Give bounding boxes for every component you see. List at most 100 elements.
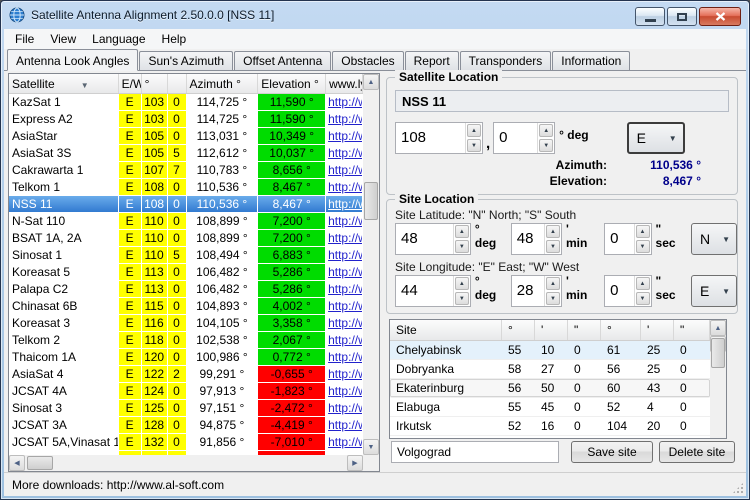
longitude-sec-value[interactable]: 0 [605, 276, 633, 306]
menu-item-view[interactable]: View [42, 30, 84, 48]
tab-information[interactable]: Information [552, 51, 630, 70]
longitude-deg-spinner[interactable]: 44▲ ▼ [395, 275, 471, 307]
latitude-sec-up-button[interactable]: ▲ [636, 225, 650, 238]
delete-site-button[interactable]: Delete site [659, 441, 735, 463]
maximize-button[interactable] [667, 7, 697, 26]
latitude-min-spinner[interactable]: 48▲▼ [511, 223, 562, 255]
satellite-link[interactable]: http://w [328, 180, 363, 194]
table-row[interactable]: NSS 11E1080110,536 °8,467 °http://w [9, 196, 363, 213]
titlebar[interactable]: Satellite Antenna Alignment 2.50.0.0 [NS… [1, 1, 749, 29]
longitude-min-value[interactable]: 28 [512, 276, 544, 306]
satellite-link[interactable]: http://w [328, 146, 363, 160]
tab-obstacles[interactable]: Obstacles [332, 51, 403, 70]
satellite-link[interactable]: http://w [328, 350, 363, 364]
vscroll-thumb[interactable] [711, 338, 725, 368]
satellite-link[interactable]: http://w [328, 333, 363, 347]
table-row[interactable]: JCSAT 4AE124097,913 °-1,823 °http://w [9, 383, 363, 400]
table-row[interactable]: JCSAT 5A,Vinasat 1E132091,856 °-7,010 °h… [9, 434, 363, 451]
table-row[interactable]: JCSAT 3AE128094,875 °-4,419 °http://w [9, 417, 363, 434]
table-row[interactable]: N-Sat 110E1100108,899 °7,200 °http://w [9, 213, 363, 230]
table-row[interactable]: BSAT 1A, 2AE1100108,899 °7,200 °http://w [9, 230, 363, 247]
table-row[interactable]: Palapa C2E1130106,482 °5,286 °http://w [9, 281, 363, 298]
satellite-link[interactable]: http://w [328, 129, 363, 143]
site-column-header[interactable]: ° [502, 320, 535, 340]
menu-item-help[interactable]: Help [154, 30, 195, 48]
latitude-deg-spinner[interactable]: 48▲▼ [395, 223, 471, 255]
column-header-min[interactable] [168, 74, 187, 93]
table-row[interactable]: KazSat 1E1030114,725 °11,590 °http://w [9, 94, 363, 111]
table-row[interactable]: Express A2E1030114,725 °11,590 °http://w [9, 111, 363, 128]
site-row[interactable]: Chelyabinsk5510061250 [390, 341, 710, 360]
column-header-azimuth[interactable]: Azimuth ° [187, 74, 259, 93]
tab-transponders[interactable]: Transponders [460, 51, 552, 70]
scroll-left-button[interactable]: ◀ [9, 455, 25, 471]
column-header-ew[interactable]: E/W [119, 74, 142, 93]
satellite-link[interactable]: http://w [328, 384, 363, 398]
longitude-sec-down-button[interactable]: ▼ [636, 292, 650, 305]
latitude-deg-up-button[interactable]: ▲ [455, 225, 469, 238]
site-row[interactable]: Irkutsk52160104200 [390, 417, 710, 436]
satellite-link[interactable]: http://w [328, 112, 363, 126]
latitude-sec-spinner[interactable]: 0▲ ▼ [604, 223, 651, 255]
satellite-fraction-down-button[interactable]: ▼ [539, 139, 553, 152]
longitude-hemisphere-combo[interactable]: E▼ [691, 275, 737, 307]
satellite-link[interactable]: http://w [328, 418, 363, 432]
tab-report[interactable]: Report [405, 51, 459, 70]
satellite-degrees-value[interactable]: 108 [396, 123, 465, 153]
longitude-deg-down-button[interactable]: ▼ [455, 292, 469, 305]
satellite-table-vscrollbar[interactable]: ▲ ▼ [363, 74, 379, 455]
satellite-table-hscrollbar[interactable]: ◀ ▶ [9, 455, 363, 471]
satellite-link[interactable]: http://w [328, 367, 363, 381]
menu-item-file[interactable]: File [7, 30, 42, 48]
site-row[interactable]: Ekaterinburg5650060430 [390, 379, 710, 398]
satellite-link[interactable]: http://w [328, 95, 363, 109]
close-button[interactable] [699, 7, 741, 26]
scroll-right-button[interactable]: ▶ [347, 455, 363, 471]
table-row[interactable]: Telkom 1E1080110,536 °8,467 °http://w [9, 179, 363, 196]
scroll-up-button[interactable]: ▲ [710, 320, 726, 336]
longitude-min-up-button[interactable]: ▲ [546, 277, 560, 290]
latitude-min-down-button[interactable]: ▼ [546, 240, 560, 253]
table-row[interactable]: Sinosat 1E1105108,494 °6,883 °http://w [9, 247, 363, 264]
table-row[interactable]: Chinasat 6BE1150104,893 °4,002 °http://w [9, 298, 363, 315]
scroll-up-button[interactable]: ▲ [363, 74, 379, 90]
satellite-degrees-spinner[interactable]: 108▲▼ [395, 122, 483, 154]
column-header-elevation[interactable]: Elevation ° [258, 74, 326, 93]
table-row[interactable]: AsiaSat 4E122299,291 °-0,655 °http://w [9, 366, 363, 383]
table-row[interactable]: Koreasat 3E1160104,105 °3,358 °http://w [9, 315, 363, 332]
longitude-sec-spinner[interactable]: 0▲ ▼ [604, 275, 651, 307]
satellite-link[interactable]: http://w [328, 299, 363, 313]
sites-table-vscrollbar[interactable]: ▲ ▼ [710, 320, 726, 438]
site-column-header[interactable]: ° [601, 320, 641, 340]
satellite-link[interactable]: http://w [328, 214, 363, 228]
table-row[interactable]: Thaicom 1AE1200100,986 °0,772 °http://w [9, 349, 363, 366]
satellite-link[interactable]: http://w [328, 265, 363, 279]
table-row[interactable]: Telkom 2E1180102,538 °2,067 °http://w [9, 332, 363, 349]
table-row[interactable]: Cakrawarta 1E1077110,783 °8,656 °http://… [9, 162, 363, 179]
latitude-deg-down-button[interactable]: ▼ [455, 240, 469, 253]
satellite-link[interactable]: http://w [328, 316, 363, 330]
site-row[interactable]: Elabuga554505240 [390, 398, 710, 417]
longitude-sec-up-button[interactable]: ▲ [636, 277, 650, 290]
scroll-down-button[interactable]: ▼ [363, 439, 379, 455]
satellite-degrees-down-button[interactable]: ▼ [467, 139, 481, 152]
satellite-link[interactable]: http://w [328, 163, 363, 177]
minimize-button[interactable] [635, 7, 665, 26]
satellite-link[interactable]: http://w [328, 231, 363, 245]
satellite-link[interactable]: http://w [328, 282, 363, 296]
column-header-link[interactable]: www.lyn [326, 74, 363, 93]
latitude-sec-down-button[interactable]: ▼ [636, 240, 650, 253]
hscroll-thumb[interactable] [27, 456, 53, 470]
longitude-deg-value[interactable]: 44 [396, 276, 453, 306]
vscroll-thumb[interactable] [364, 182, 378, 220]
satellite-link[interactable]: http://w [328, 435, 363, 449]
latitude-sec-value[interactable]: 0 [605, 224, 633, 254]
tab-sun-s-azimuth[interactable]: Sun's Azimuth [139, 51, 233, 70]
longitude-deg-up-button[interactable]: ▲ [455, 277, 469, 290]
table-row[interactable]: AsiaStarE1050113,031 °10,349 °http://w [9, 128, 363, 145]
tab-antenna-look-angles[interactable]: Antenna Look Angles [7, 49, 138, 71]
site-column-header[interactable]: Site [390, 320, 502, 340]
column-header-deg[interactable]: ° [142, 74, 168, 93]
site-row[interactable]: Dobryanka5827056250 [390, 360, 710, 379]
site-column-header[interactable]: ' [535, 320, 568, 340]
